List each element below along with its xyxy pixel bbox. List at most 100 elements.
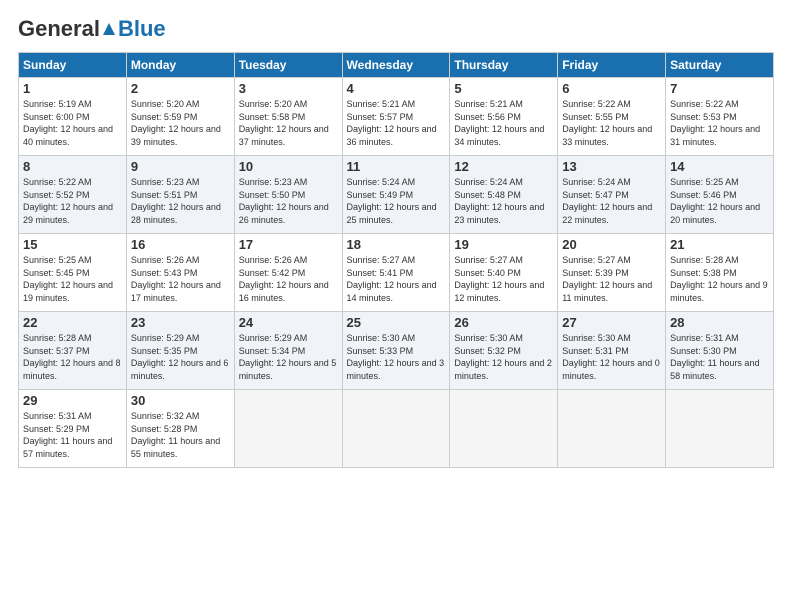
calendar-cell: 3 Sunrise: 5:20 AMSunset: 5:58 PMDaylight… [234,78,342,156]
day-number: 17 [239,237,338,252]
calendar-cell: 15 Sunrise: 5:25 AMSunset: 5:45 PMDayligh… [19,234,127,312]
day-number: 1 [23,81,122,96]
day-info: Sunrise: 5:31 AMSunset: 5:29 PMDaylight:… [23,410,122,460]
col-saturday: Saturday [666,53,774,78]
day-info: Sunrise: 5:29 AMSunset: 5:34 PMDaylight:… [239,332,338,382]
day-number: 15 [23,237,122,252]
calendar-cell: 30 Sunrise: 5:32 AMSunset: 5:28 PMDayligh… [126,390,234,468]
calendar-row: 8 Sunrise: 5:22 AMSunset: 5:52 PMDaylight… [19,156,774,234]
calendar-cell: 26Sunrise: 5:30 AMSunset: 5:32 PMDayligh… [450,312,558,390]
calendar-cell: 1 Sunrise: 5:19 AMSunset: 6:00 PMDaylight… [19,78,127,156]
calendar-cell: 6 Sunrise: 5:22 AMSunset: 5:55 PMDaylight… [558,78,666,156]
calendar-cell: 19 Sunrise: 5:27 AMSunset: 5:40 PMDayligh… [450,234,558,312]
calendar-table: Sunday Monday Tuesday Wednesday Thursday… [18,52,774,468]
day-number: 28 [670,315,769,330]
calendar-cell: 28 Sunrise: 5:31 AMSunset: 5:30 PMDayligh… [666,312,774,390]
day-info: Sunrise: 5:22 AMSunset: 5:52 PMDaylight:… [23,176,122,226]
day-number: 6 [562,81,661,96]
day-info: Sunrise: 5:27 AMSunset: 5:39 PMDaylight:… [562,254,661,304]
day-info: Sunrise: 5:23 AMSunset: 5:50 PMDaylight:… [239,176,338,226]
calendar-cell [342,390,450,468]
day-number: 18 [347,237,446,252]
calendar-cell: 16 Sunrise: 5:26 AMSunset: 5:43 PMDayligh… [126,234,234,312]
col-friday: Friday [558,53,666,78]
day-info: Sunrise: 5:24 AMSunset: 5:48 PMDaylight:… [454,176,553,226]
page: General Blue Sunday Monday Tuesday Wedne… [0,0,792,612]
day-number: 16 [131,237,230,252]
calendar-cell: 11Sunrise: 5:24 AMSunset: 5:49 PMDayligh… [342,156,450,234]
day-info: Sunrise: 5:27 AMSunset: 5:40 PMDaylight:… [454,254,553,304]
day-number: 20 [562,237,661,252]
logo-text: General Blue [18,16,166,42]
calendar-cell [666,390,774,468]
day-info: Sunrise: 5:20 AMSunset: 5:58 PMDaylight:… [239,98,338,148]
day-info: Sunrise: 5:32 AMSunset: 5:28 PMDaylight:… [131,410,230,460]
calendar-row: 22 Sunrise: 5:28 AMSunset: 5:37 PMDayligh… [19,312,774,390]
day-info: Sunrise: 5:21 AMSunset: 5:56 PMDaylight:… [454,98,553,148]
day-info: Sunrise: 5:26 AMSunset: 5:43 PMDaylight:… [131,254,230,304]
calendar-cell: 22 Sunrise: 5:28 AMSunset: 5:37 PMDayligh… [19,312,127,390]
day-info: Sunrise: 5:19 AMSunset: 6:00 PMDaylight:… [23,98,122,148]
day-number: 7 [670,81,769,96]
calendar-cell: 9Sunrise: 5:23 AMSunset: 5:51 PMDaylight… [126,156,234,234]
calendar-row: 29 Sunrise: 5:31 AMSunset: 5:29 PMDayligh… [19,390,774,468]
day-number: 10 [239,159,338,174]
day-info: Sunrise: 5:27 AMSunset: 5:41 PMDaylight:… [347,254,446,304]
calendar-cell: 14Sunrise: 5:25 AMSunset: 5:46 PMDayligh… [666,156,774,234]
day-info: Sunrise: 5:28 AMSunset: 5:37 PMDaylight:… [23,332,122,382]
col-wednesday: Wednesday [342,53,450,78]
day-number: 13 [562,159,661,174]
logo: General Blue [18,16,166,42]
day-number: 12 [454,159,553,174]
calendar-cell: 13 Sunrise: 5:24 AMSunset: 5:47 PMDayligh… [558,156,666,234]
day-number: 23 [131,315,230,330]
calendar-cell [450,390,558,468]
day-info: Sunrise: 5:22 AMSunset: 5:55 PMDaylight:… [562,98,661,148]
day-number: 27 [562,315,661,330]
day-info: Sunrise: 5:26 AMSunset: 5:42 PMDaylight:… [239,254,338,304]
calendar-cell: 25Sunrise: 5:30 AMSunset: 5:33 PMDayligh… [342,312,450,390]
day-number: 30 [131,393,230,408]
day-number: 3 [239,81,338,96]
day-number: 4 [347,81,446,96]
calendar-cell: 20 Sunrise: 5:27 AMSunset: 5:39 PMDayligh… [558,234,666,312]
calendar-cell: 8 Sunrise: 5:22 AMSunset: 5:52 PMDaylight… [19,156,127,234]
day-info: Sunrise: 5:28 AMSunset: 5:38 PMDaylight:… [670,254,769,304]
calendar-header-row: Sunday Monday Tuesday Wednesday Thursday… [19,53,774,78]
day-info: Sunrise: 5:30 AMSunset: 5:31 PMDaylight:… [562,332,661,382]
day-info: Sunrise: 5:30 AMSunset: 5:32 PMDaylight:… [454,332,553,382]
day-number: 24 [239,315,338,330]
day-number: 19 [454,237,553,252]
header: General Blue [18,16,774,42]
col-tuesday: Tuesday [234,53,342,78]
logo-icon [101,21,117,37]
calendar-cell: 18 Sunrise: 5:27 AMSunset: 5:41 PMDayligh… [342,234,450,312]
day-number: 5 [454,81,553,96]
day-info: Sunrise: 5:31 AMSunset: 5:30 PMDaylight:… [670,332,769,382]
calendar-cell: 27 Sunrise: 5:30 AMSunset: 5:31 PMDayligh… [558,312,666,390]
calendar-cell: 21Sunrise: 5:28 AMSunset: 5:38 PMDayligh… [666,234,774,312]
day-info: Sunrise: 5:29 AMSunset: 5:35 PMDaylight:… [131,332,230,382]
logo-general: General [18,16,100,42]
calendar-cell [558,390,666,468]
col-thursday: Thursday [450,53,558,78]
day-info: Sunrise: 5:24 AMSunset: 5:47 PMDaylight:… [562,176,661,226]
day-number: 8 [23,159,122,174]
day-info: Sunrise: 5:22 AMSunset: 5:53 PMDaylight:… [670,98,769,148]
calendar-cell: 7 Sunrise: 5:22 AMSunset: 5:53 PMDaylight… [666,78,774,156]
calendar-cell: 5 Sunrise: 5:21 AMSunset: 5:56 PMDaylight… [450,78,558,156]
calendar-row: 1 Sunrise: 5:19 AMSunset: 6:00 PMDaylight… [19,78,774,156]
day-info: Sunrise: 5:24 AMSunset: 5:49 PMDaylight:… [347,176,446,226]
day-info: Sunrise: 5:25 AMSunset: 5:45 PMDaylight:… [23,254,122,304]
day-number: 29 [23,393,122,408]
logo-blue: Blue [118,16,166,42]
calendar-cell [234,390,342,468]
col-sunday: Sunday [19,53,127,78]
calendar-cell: 23 Sunrise: 5:29 AMSunset: 5:35 PMDayligh… [126,312,234,390]
calendar-cell: 17 Sunrise: 5:26 AMSunset: 5:42 PMDayligh… [234,234,342,312]
day-info: Sunrise: 5:20 AMSunset: 5:59 PMDaylight:… [131,98,230,148]
day-number: 22 [23,315,122,330]
calendar-cell: 29 Sunrise: 5:31 AMSunset: 5:29 PMDayligh… [19,390,127,468]
col-monday: Monday [126,53,234,78]
calendar-cell: 4Sunrise: 5:21 AMSunset: 5:57 PMDaylight… [342,78,450,156]
